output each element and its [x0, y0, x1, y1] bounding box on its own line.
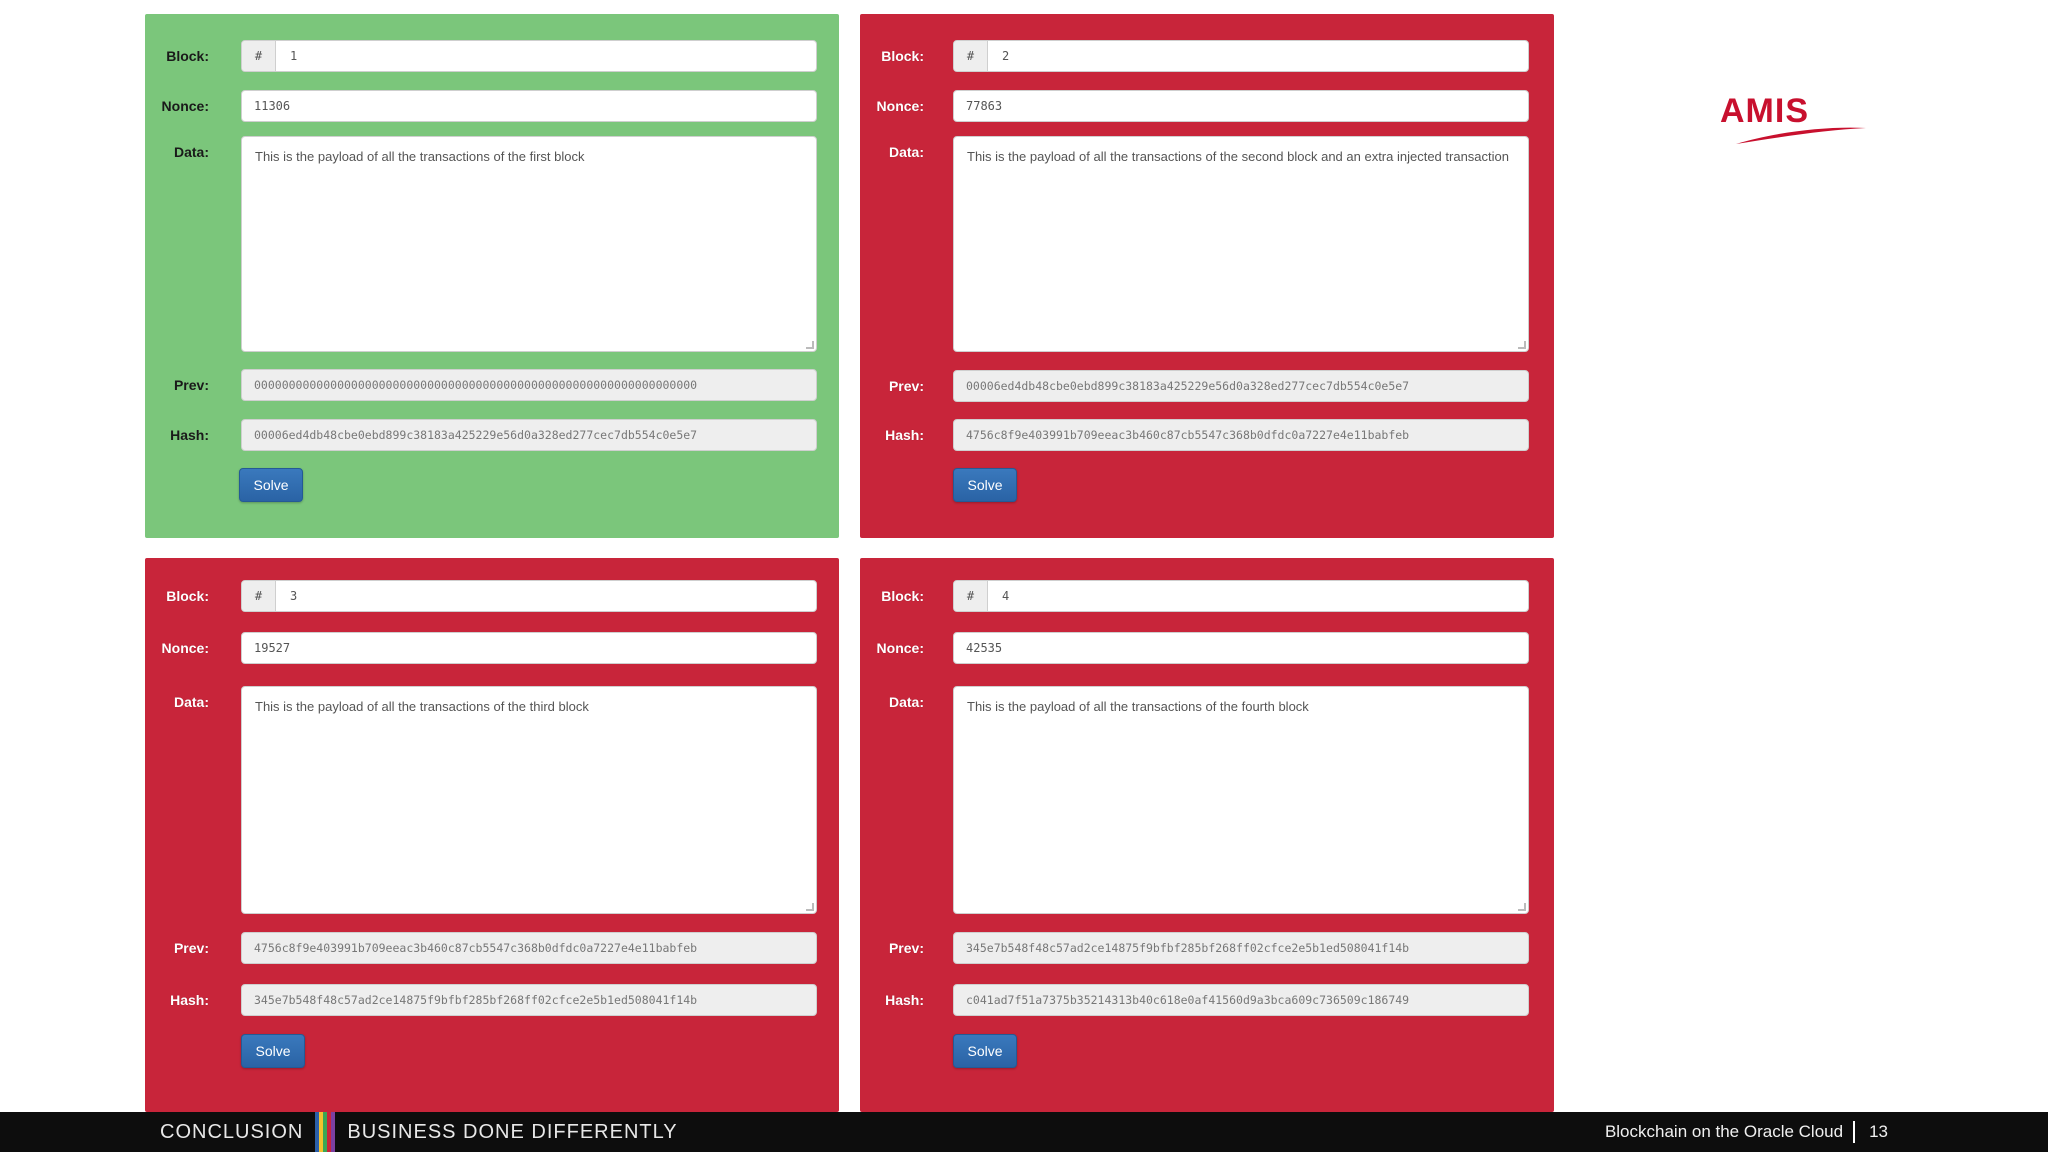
solve-button[interactable]: Solve: [953, 1034, 1017, 1068]
block-number-value: 2: [1002, 49, 1010, 63]
block-4-panel: Block: # 4 Nonce: 42535 Data: This is th…: [860, 558, 1554, 1112]
block-number-input[interactable]: # 2: [953, 40, 1529, 72]
data-text: This is the payload of all the transacti…: [967, 699, 1309, 714]
hash-field: 345e7b548f48c57ad2ce14875f9bfbf285bf268f…: [241, 984, 817, 1016]
hash-field: 4756c8f9e403991b709eeac3b460c87cb5547c36…: [953, 419, 1529, 451]
block-number-value: 4: [1002, 589, 1010, 603]
prev-hash-field: 0000000000000000000000000000000000000000…: [241, 369, 817, 401]
block-number-input[interactable]: # 3: [241, 580, 817, 612]
amis-logo: AMIS: [1716, 92, 1876, 152]
hash-field: c041ad7f51a7375b35214313b40c618e0af41560…: [953, 984, 1529, 1016]
prev-hash-field: 00006ed4db48cbe0ebd899c38183a425229e56d0…: [953, 370, 1529, 402]
data-textarea[interactable]: This is the payload of all the transacti…: [241, 686, 817, 914]
nonce-input[interactable]: 11306: [241, 90, 817, 122]
color-stripes: [315, 1112, 336, 1152]
data-label: Data:: [173, 694, 209, 710]
block-label: Block:: [166, 588, 209, 604]
block-label: Block:: [881, 48, 924, 64]
hash-label: Hash:: [170, 992, 209, 1008]
prev-label: Prev:: [173, 940, 209, 956]
solve-button[interactable]: Solve: [953, 468, 1017, 502]
block-3-panel: Block: # 3 Nonce: 19527 Data: This is th…: [145, 558, 839, 1112]
block-2-panel: Block: # 2 Nonce: 77863 Data: This is th…: [860, 14, 1554, 538]
prev-hash-field: 4756c8f9e403991b709eeac3b460c87cb5547c36…: [241, 932, 817, 964]
hash-label: Hash:: [885, 992, 924, 1008]
resize-grip-icon[interactable]: [1518, 341, 1526, 349]
nonce-label: Nonce:: [876, 640, 924, 656]
hash-sign-addon: #: [954, 581, 988, 611]
resize-grip-icon[interactable]: [806, 341, 814, 349]
hash-sign-addon: #: [242, 581, 276, 611]
solve-button[interactable]: Solve: [241, 1034, 305, 1068]
nonce-label: Nonce:: [876, 98, 924, 114]
data-text: This is the payload of all the transacti…: [967, 149, 1509, 164]
hash-sign-addon: #: [242, 41, 276, 71]
logo-swoosh-icon: [1736, 127, 1866, 144]
hash-sign-addon: #: [954, 41, 988, 71]
footer-section: CONCLUSION: [160, 1120, 304, 1143]
block-label: Block:: [881, 588, 924, 604]
data-label: Data:: [888, 144, 924, 160]
hash-label: Hash:: [170, 427, 209, 443]
data-textarea[interactable]: This is the payload of all the transacti…: [953, 136, 1529, 352]
nonce-input[interactable]: 19527: [241, 632, 817, 664]
footer-tagline: BUSINESS DONE DIFFERENTLY: [347, 1120, 678, 1143]
hash-label: Hash:: [885, 427, 924, 443]
prev-label: Prev:: [173, 377, 209, 393]
data-label: Data:: [888, 694, 924, 710]
footer-left: CONCLUSION BUSINESS DONE DIFFERENTLY: [160, 1112, 678, 1152]
data-textarea[interactable]: This is the payload of all the transacti…: [241, 136, 817, 352]
block-number-value: 3: [290, 589, 298, 603]
prev-label: Prev:: [888, 940, 924, 956]
page-number: 13: [1869, 1122, 1888, 1141]
nonce-input[interactable]: 42535: [953, 632, 1529, 664]
prev-hash-field: 345e7b548f48c57ad2ce14875f9bfbf285bf268f…: [953, 932, 1529, 964]
data-text: This is the payload of all the transacti…: [255, 699, 589, 714]
block-label: Block:: [166, 48, 209, 64]
block-1-panel: Block: # 1 Nonce: 11306 Data: This is th…: [145, 14, 839, 538]
nonce-label: Nonce:: [161, 640, 209, 656]
block-number-input[interactable]: # 4: [953, 580, 1529, 612]
nonce-input[interactable]: 77863: [953, 90, 1529, 122]
solve-button[interactable]: Solve: [239, 468, 303, 502]
hash-field: 00006ed4db48cbe0ebd899c38183a425229e56d0…: [241, 419, 817, 451]
resize-grip-icon[interactable]: [806, 903, 814, 911]
footer-title: Blockchain on the Oracle Cloud: [1604, 1122, 1844, 1141]
slide-footer: CONCLUSION BUSINESS DONE DIFFERENTLY Blo…: [0, 1112, 2048, 1152]
footer-separator: [1853, 1121, 1856, 1143]
data-textarea[interactable]: This is the payload of all the transacti…: [953, 686, 1529, 914]
footer-right: Blockchain on the Oracle Cloud 13: [1605, 1112, 1888, 1152]
data-text: This is the payload of all the transacti…: [255, 149, 585, 164]
nonce-label: Nonce:: [161, 98, 209, 114]
resize-grip-icon[interactable]: [1518, 903, 1526, 911]
block-number-value: 1: [290, 49, 298, 63]
block-number-input[interactable]: # 1: [241, 40, 817, 72]
prev-label: Prev:: [888, 378, 924, 394]
stripe-5: [331, 1112, 336, 1152]
data-label: Data:: [173, 144, 209, 160]
